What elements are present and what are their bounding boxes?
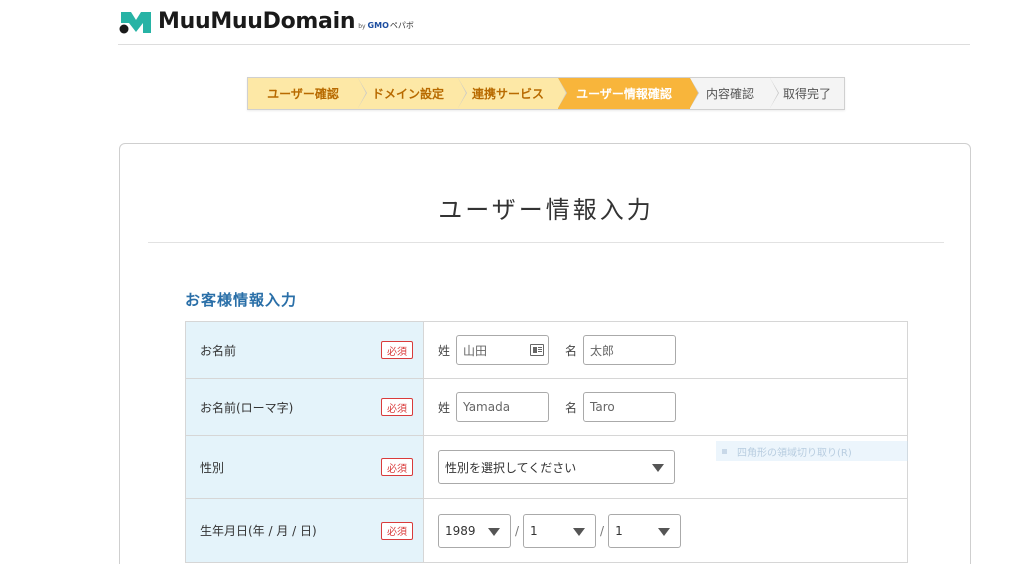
required-badge: 必須 xyxy=(381,398,413,416)
muumuu-logo-icon xyxy=(119,12,151,34)
step-label: ユーザー情報確認 xyxy=(576,87,672,101)
chevron-down-icon xyxy=(652,464,664,472)
contact-card-icon[interactable] xyxy=(530,344,545,356)
step-complete: 取得完了 xyxy=(770,78,844,109)
logo-by: by xyxy=(358,22,366,30)
birth-month-select[interactable]: 1 xyxy=(523,513,597,548)
gender-select[interactable]: 性別を選択してください xyxy=(438,450,675,484)
chevron-down-icon xyxy=(488,527,500,536)
required-badge: 必須 xyxy=(381,521,413,540)
last-name-roman-input[interactable]: Yamada xyxy=(456,392,550,422)
ghost-tooltip: 四角形の領域切り取り(R) xyxy=(716,441,908,461)
placeholder: 山田 xyxy=(463,343,488,358)
step-arrow xyxy=(558,78,566,108)
placeholder: 太郎 xyxy=(590,343,615,358)
step-arrow xyxy=(358,78,366,108)
progress-stepper: ユーザー確認 ドメイン設定 連携サービス ユーザー情報確認 内容確認 取得完了 xyxy=(247,77,845,110)
birth-year-select[interactable]: 1989 xyxy=(438,513,511,548)
ghost-tooltip-text: 四角形の領域切り取り(R) xyxy=(737,447,852,459)
step-domain-settings: ドメイン設定 xyxy=(358,78,467,109)
step-user-info-confirm: ユーザー情報確認 xyxy=(558,78,699,109)
select-value: 1989 xyxy=(445,523,476,538)
first-name-roman-label: 名 xyxy=(565,400,578,415)
header: MuuMuuDomain by GMO ペパボ xyxy=(0,0,1024,46)
chevron-down-icon xyxy=(573,527,586,536)
page-title: ユーザー情報入力 xyxy=(438,196,654,224)
required-badge: 必須 xyxy=(381,458,413,476)
last-name-label: 姓 xyxy=(438,343,451,358)
step-arrow xyxy=(690,78,698,108)
header-divider xyxy=(118,44,970,45)
step-user-check: ユーザー確認 xyxy=(248,78,367,109)
last-name-input[interactable]: 山田 xyxy=(456,335,550,365)
last-name-roman-label: 姓 xyxy=(438,400,451,415)
required-badge: 必須 xyxy=(381,341,413,359)
step-content-confirm: 内容確認 xyxy=(690,78,779,109)
field-label: お名前 xyxy=(200,343,237,358)
muumuu-logo[interactable]: MuuMuuDomain by GMO ペパボ xyxy=(118,6,414,36)
date-separator: / xyxy=(515,523,520,538)
step-label: 内容確認 xyxy=(705,87,754,101)
section-title: お客様情報入力 xyxy=(185,291,298,309)
step-label: ドメイン設定 xyxy=(371,87,444,101)
title-divider xyxy=(148,242,944,243)
row-field: 姓 Yamada 名 Taro xyxy=(424,379,907,435)
step-arrow xyxy=(770,78,778,108)
form-row-name-roman: お名前(ローマ字) 必須 姓 Yamada 名 Taro xyxy=(185,379,908,436)
form-card: ユーザー情報入力 お客様情報入力 お名前 必須 姓 山田 名 太郎 お名前(ロー… xyxy=(119,143,971,564)
logo-gmo: GMO xyxy=(367,21,389,30)
step-label: 連携サービス xyxy=(471,87,544,101)
row-label: 性別 必須 xyxy=(186,436,424,498)
row-field: 1989 / 1 / 1 xyxy=(424,499,907,562)
first-name-input[interactable]: 太郎 xyxy=(583,335,677,365)
chevron-down-icon xyxy=(658,527,671,536)
row-label: お名前(ローマ字) 必須 xyxy=(186,379,424,435)
select-value: 性別を選択してください xyxy=(445,460,577,475)
field-label: お名前(ローマ字) xyxy=(200,400,294,415)
placeholder: Taro xyxy=(590,400,615,414)
field-label: 生年月日(年 / 月 / 日) xyxy=(200,524,317,538)
ghost-bullet-icon xyxy=(722,448,727,454)
logo-text: MuuMuuDomain xyxy=(158,8,356,34)
form-row-name: お名前 必須 姓 山田 名 太郎 xyxy=(185,322,908,379)
row-label: 生年月日(年 / 月 / 日) 必須 xyxy=(186,499,424,562)
birth-day-select[interactable]: 1 xyxy=(608,513,682,548)
form-row-birthday: 生年月日(年 / 月 / 日) 必須 1989 / 1 / 1 xyxy=(185,499,908,563)
select-value: 1 xyxy=(530,523,538,538)
step-linked-services: 連携サービス xyxy=(458,78,567,109)
step-label: ユーザー確認 xyxy=(267,87,339,101)
first-name-roman-input[interactable]: Taro xyxy=(583,392,677,422)
first-name-label: 名 xyxy=(565,343,578,358)
row-label: お名前 必須 xyxy=(186,322,424,378)
step-arrow xyxy=(458,78,466,108)
field-label: 性別 xyxy=(200,460,225,475)
date-separator: / xyxy=(600,523,605,538)
placeholder: Yamada xyxy=(463,400,511,414)
step-label: 取得完了 xyxy=(782,87,831,101)
select-value: 1 xyxy=(615,523,623,538)
row-field: 姓 山田 名 太郎 xyxy=(424,322,907,378)
logo-pepabo: ペパボ xyxy=(389,21,414,30)
